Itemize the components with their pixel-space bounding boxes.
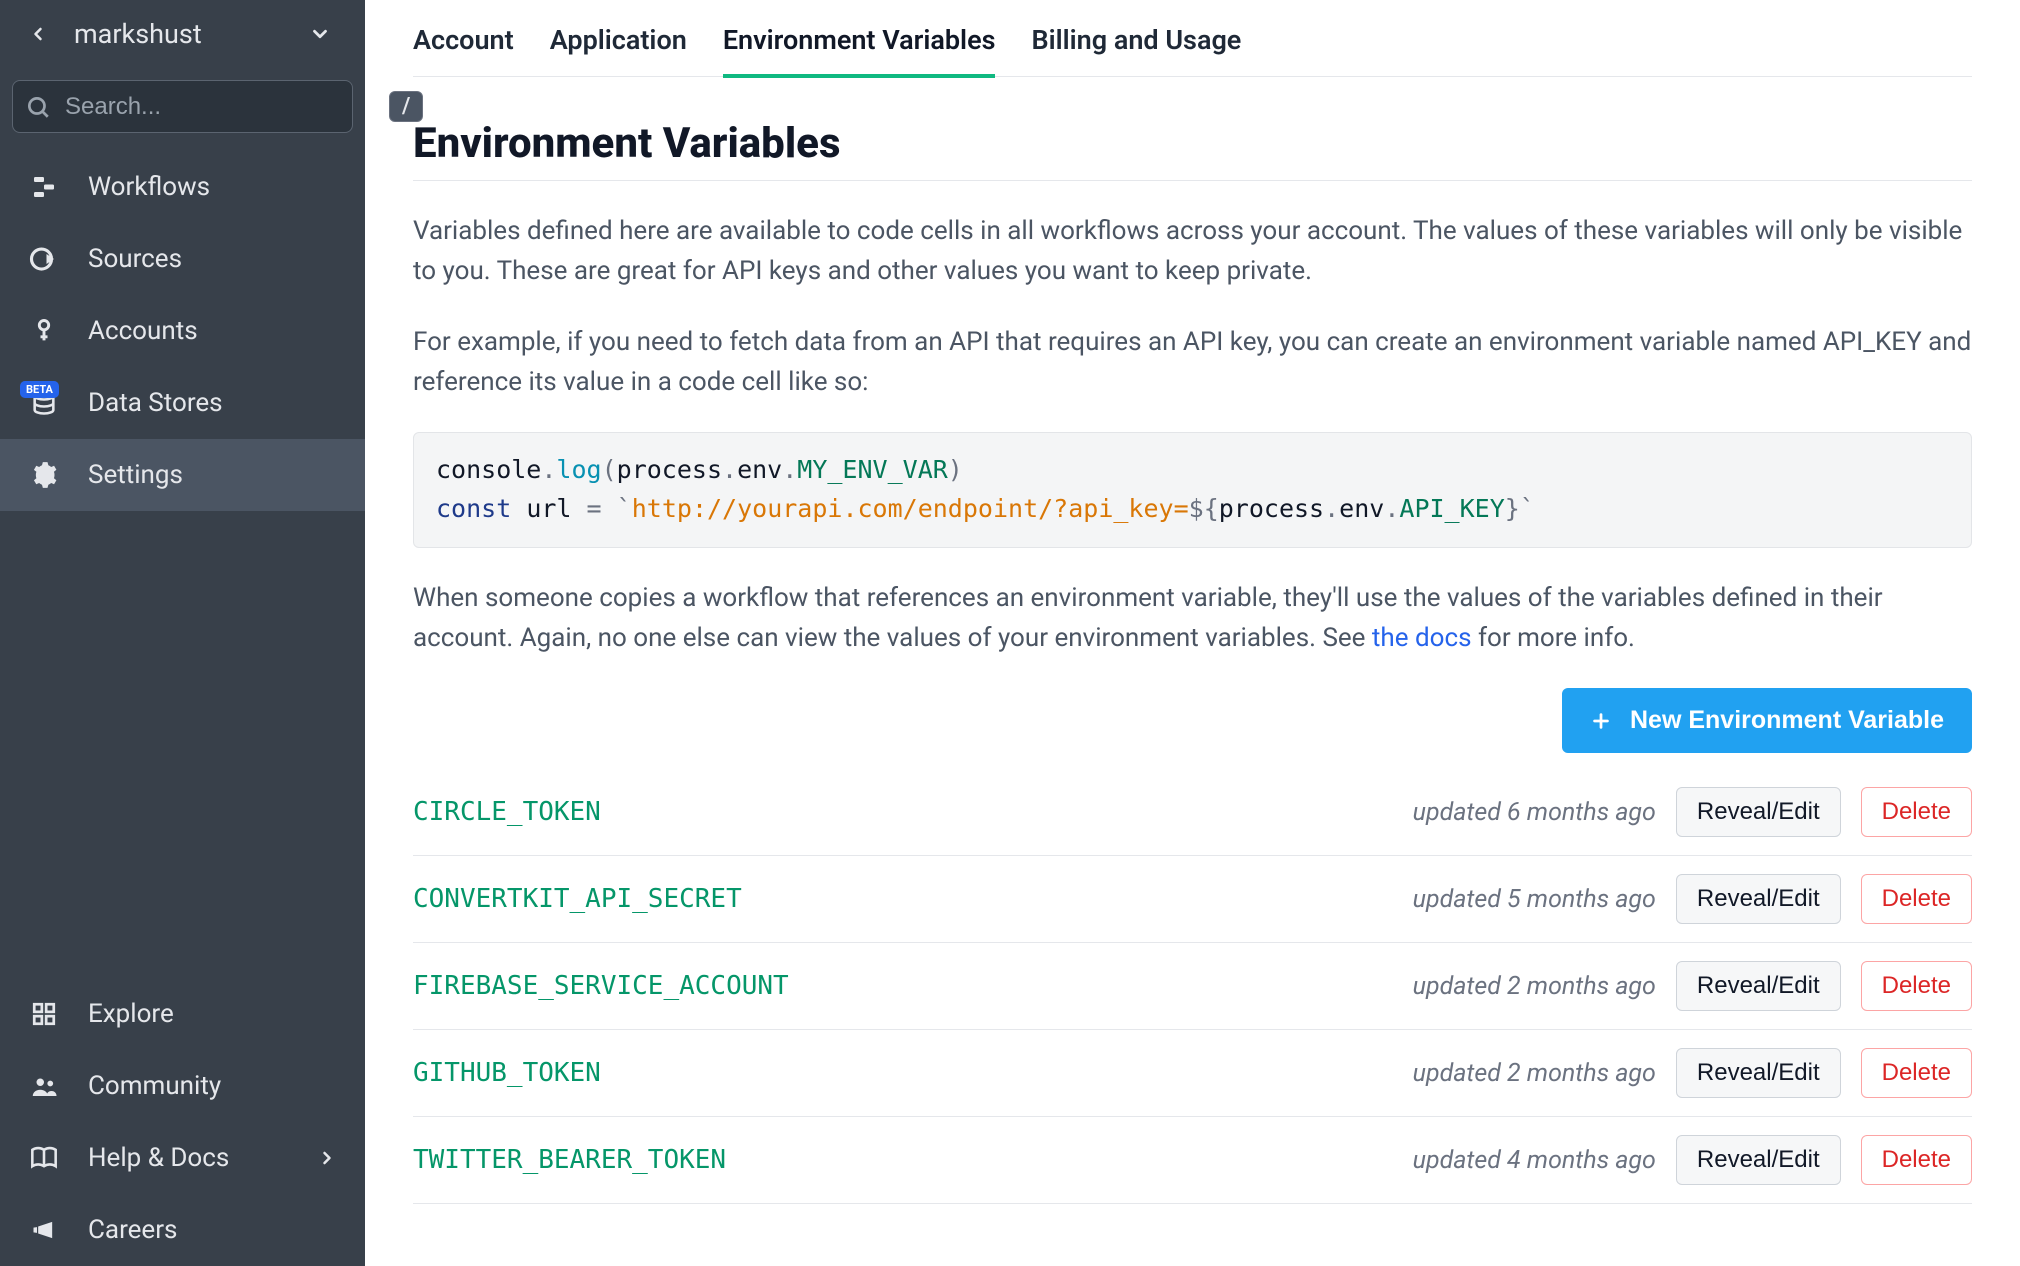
description-3: When someone copies a workflow that refe… — [413, 578, 1972, 659]
sidebar-item-explore[interactable]: Explore — [0, 978, 365, 1050]
chevron-right-icon — [317, 1148, 337, 1168]
delete-button[interactable]: Delete — [1861, 787, 1972, 837]
env-var-name: CONVERTKIT_API_SECRET — [413, 884, 1393, 914]
sidebar-item-label: Careers — [88, 1215, 177, 1245]
env-var-row: CONVERTKIT_API_SECRET updated 5 months ag… — [413, 856, 1972, 943]
tab-billing[interactable]: Billing and Usage — [1031, 10, 1241, 78]
sidebar-item-careers[interactable]: Careers — [0, 1194, 365, 1266]
sidebar-item-label: Data Stores — [88, 388, 223, 418]
username: markshust — [74, 18, 202, 50]
grid-icon — [28, 998, 60, 1030]
sidebar-item-sources[interactable]: Sources — [0, 223, 365, 295]
settings-tabs: Account Application Environment Variable… — [413, 10, 1972, 77]
env-var-name: CIRCLE_TOKEN — [413, 797, 1393, 827]
community-icon — [28, 1070, 60, 1102]
sidebar-item-label: Workflows — [88, 172, 210, 202]
env-var-updated: updated 6 months ago — [1413, 798, 1656, 827]
sidebar-item-settings[interactable]: Settings — [0, 439, 365, 511]
book-icon — [28, 1142, 60, 1174]
key-icon — [28, 315, 60, 347]
tab-env-vars[interactable]: Environment Variables — [723, 10, 996, 78]
env-var-row: TWITTER_BEARER_TOKEN updated 4 months ago… — [413, 1117, 1972, 1204]
megaphone-icon — [28, 1214, 60, 1246]
search-icon — [25, 94, 51, 120]
description-1: Variables defined here are available to … — [413, 211, 1972, 292]
docs-link[interactable]: the docs — [1372, 623, 1472, 653]
beta-badge: BETA — [20, 381, 59, 398]
sidebar-item-label: Sources — [88, 244, 182, 274]
sidebar-item-accounts[interactable]: Accounts — [0, 295, 365, 367]
sidebar-item-community[interactable]: Community — [0, 1050, 365, 1122]
nav-bottom: Explore Community Help & Docs Careers — [0, 978, 365, 1266]
env-vars-list: CIRCLE_TOKEN updated 6 months ago Reveal/E… — [413, 769, 1972, 1204]
sidebar: markshust / Workflows Sources A — [0, 0, 365, 1266]
plus-icon — [1590, 710, 1612, 732]
env-var-updated: updated 2 months ago — [1413, 1059, 1656, 1088]
search-input-wrap[interactable]: / — [12, 80, 353, 133]
reveal-edit-button[interactable]: Reveal/Edit — [1676, 874, 1841, 924]
main-content: Account Application Environment Variable… — [365, 0, 2020, 1266]
tab-account[interactable]: Account — [413, 10, 514, 78]
nav-top: Workflows Sources Accounts BETA Data Sto… — [0, 151, 365, 511]
back-icon[interactable] — [28, 20, 56, 48]
delete-button[interactable]: Delete — [1861, 961, 1972, 1011]
delete-button[interactable]: Delete — [1861, 874, 1972, 924]
reveal-edit-button[interactable]: Reveal/Edit — [1676, 1048, 1841, 1098]
new-env-var-button[interactable]: New Environment Variable — [1562, 688, 1972, 753]
sidebar-item-label: Explore — [88, 999, 174, 1029]
env-var-updated: updated 4 months ago — [1413, 1146, 1656, 1175]
env-var-row: CIRCLE_TOKEN updated 6 months ago Reveal/E… — [413, 769, 1972, 856]
reveal-edit-button[interactable]: Reveal/Edit — [1676, 787, 1841, 837]
sidebar-item-label: Community — [88, 1071, 221, 1101]
env-var-row: FIREBASE_SERVICE_ACCOUNT updated 2 months… — [413, 943, 1972, 1030]
sidebar-item-datastores[interactable]: BETA Data Stores — [0, 367, 365, 439]
account-switcher[interactable]: markshust — [0, 0, 365, 68]
chevron-down-icon[interactable] — [309, 23, 337, 45]
env-var-name: GITHUB_TOKEN — [413, 1058, 1393, 1088]
env-var-updated: updated 2 months ago — [1413, 972, 1656, 1001]
workflows-icon — [28, 171, 60, 203]
sidebar-item-help[interactable]: Help & Docs — [0, 1122, 365, 1194]
sources-icon — [28, 243, 60, 275]
sidebar-item-label: Accounts — [88, 316, 198, 346]
gear-icon — [28, 459, 60, 491]
sidebar-item-label: Settings — [88, 460, 183, 490]
sidebar-item-workflows[interactable]: Workflows — [0, 151, 365, 223]
env-var-row: GITHUB_TOKEN updated 2 months ago Reveal/E… — [413, 1030, 1972, 1117]
env-var-name: TWITTER_BEARER_TOKEN — [413, 1145, 1393, 1175]
env-var-updated: updated 5 months ago — [1413, 885, 1656, 914]
code-example: console.log(process.env.MY_ENV_VAR) cons… — [413, 432, 1972, 548]
page-title: Environment Variables — [413, 119, 1972, 181]
delete-button[interactable]: Delete — [1861, 1048, 1972, 1098]
tab-application[interactable]: Application — [550, 10, 687, 78]
button-label: New Environment Variable — [1630, 706, 1944, 735]
reveal-edit-button[interactable]: Reveal/Edit — [1676, 1135, 1841, 1185]
database-icon: BETA — [28, 387, 60, 419]
env-var-name: FIREBASE_SERVICE_ACCOUNT — [413, 971, 1393, 1001]
description-2: For example, if you need to fetch data f… — [413, 322, 1972, 403]
reveal-edit-button[interactable]: Reveal/Edit — [1676, 961, 1841, 1011]
sidebar-item-label: Help & Docs — [88, 1143, 229, 1173]
delete-button[interactable]: Delete — [1861, 1135, 1972, 1185]
search-input[interactable] — [65, 93, 375, 121]
